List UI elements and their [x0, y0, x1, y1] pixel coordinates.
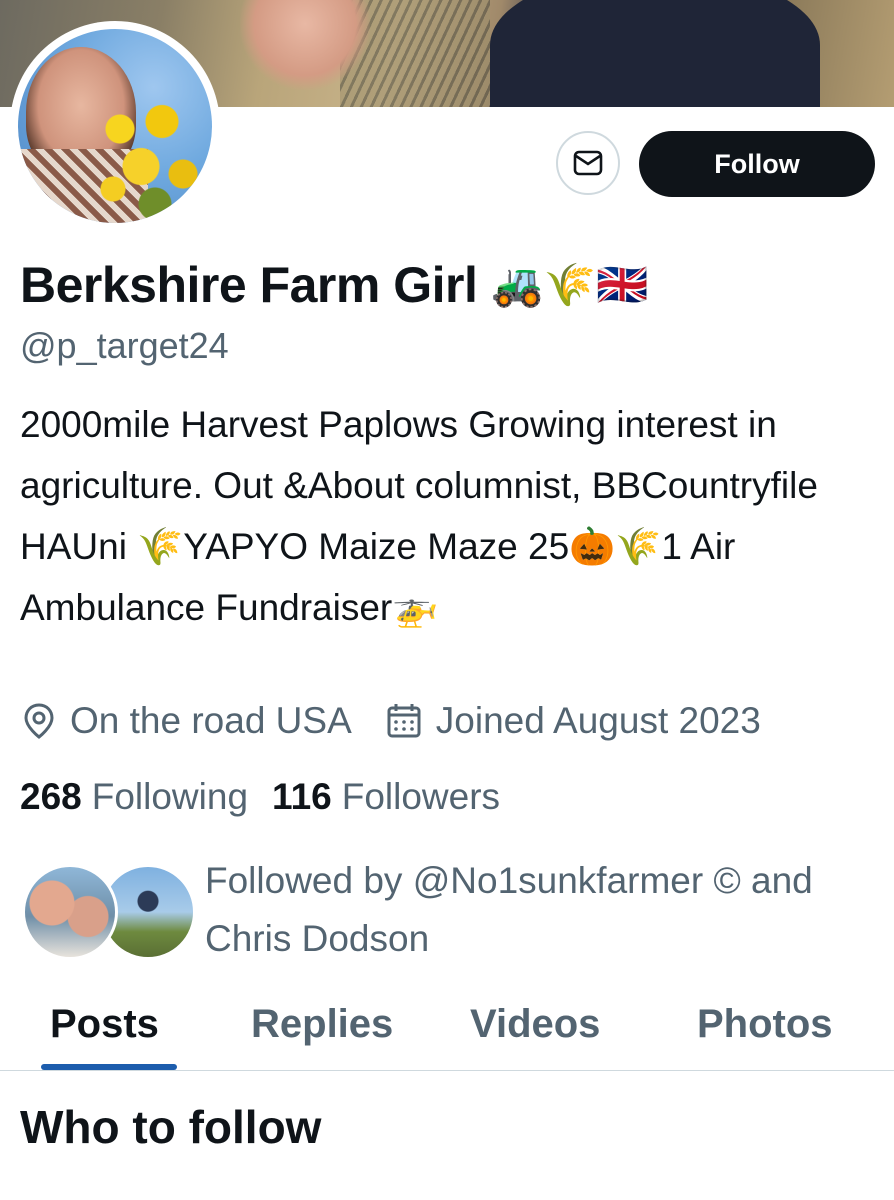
avatar-photo — [18, 29, 212, 223]
followers-label: Followers — [341, 776, 501, 817]
profile-bio: 2000mile Harvest Paplows Growing interes… — [20, 404, 818, 628]
message-button[interactable] — [556, 131, 620, 195]
followers-link[interactable]: 116 Followers — [272, 776, 500, 818]
profile-name-row: Berkshire Farm Girl 🚜🌾🇬🇧 — [20, 256, 648, 314]
follow-button[interactable]: Follow — [639, 131, 875, 197]
profile-tabs: Posts Replies Videos Photos — [0, 990, 894, 1071]
banner-hand — [240, 0, 370, 90]
profile-meta: On the road USA Joined August 2023 — [22, 700, 761, 742]
tab-posts[interactable]: Posts — [50, 990, 159, 1070]
envelope-icon — [573, 150, 603, 176]
followed-by-text[interactable]: Followed by @No1sunkfarmer © and Chris D… — [205, 852, 865, 968]
profile-joined: Joined August 2023 — [435, 700, 761, 741]
following-count: 268 — [20, 776, 82, 817]
calendar-icon — [386, 702, 422, 740]
tab-photos[interactable]: Photos — [697, 990, 833, 1070]
profile-avatar[interactable] — [10, 21, 220, 231]
active-tab-indicator — [41, 1064, 177, 1070]
tab-videos[interactable]: Videos — [470, 990, 600, 1070]
following-label: Following — [91, 776, 249, 817]
profile-handle: @p_target24 — [20, 325, 229, 366]
followed-by-avatar-1[interactable] — [22, 864, 118, 960]
who-to-follow-heading: Who to follow — [20, 1101, 322, 1153]
profile-stats: 268 Following 116 Followers — [20, 776, 524, 818]
location-pin-icon — [22, 702, 56, 740]
profile-display-name: Berkshire Farm Girl — [20, 257, 478, 313]
avatar-yellow-flowers — [78, 84, 212, 223]
profile-name-emojis: 🚜🌾🇬🇧 — [491, 260, 649, 309]
tab-replies[interactable]: Replies — [251, 990, 393, 1070]
banner-person — [490, 0, 820, 107]
followers-count: 116 — [272, 776, 332, 817]
following-link[interactable]: 268 Following — [20, 776, 248, 818]
profile-location: On the road USA — [70, 700, 352, 741]
